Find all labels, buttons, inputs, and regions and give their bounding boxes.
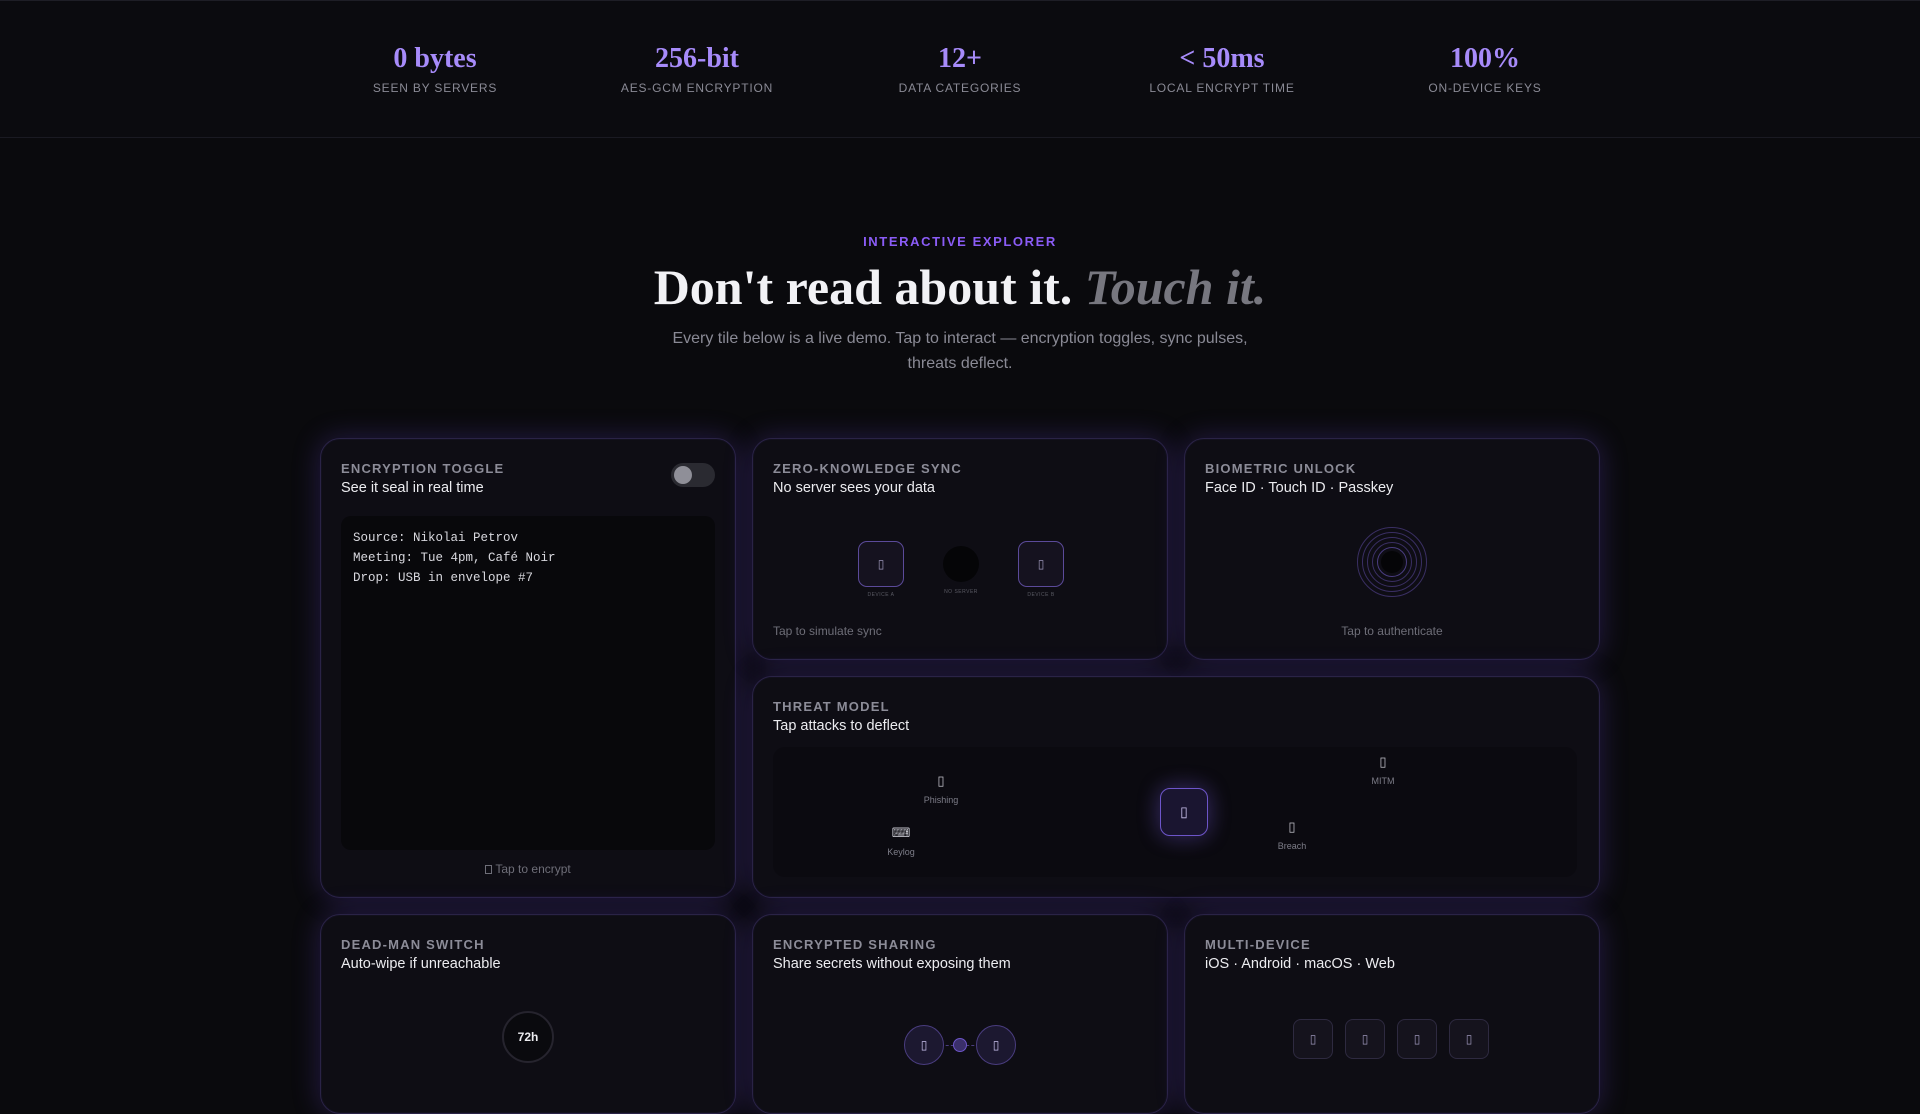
- threat-arena: ▯ ▯ Phishing ▯ MITM ⌨ Keylog ▯ Breach: [773, 747, 1577, 877]
- threat-label: Keylog: [887, 847, 915, 857]
- stat-seen-by-servers: 0 bytes SEEN BY SERVERS: [305, 41, 565, 95]
- stat-on-device-keys: 100% ON-DEVICE KEYS: [1355, 41, 1615, 95]
- card-title: iOS · Android · macOS · Web: [1205, 956, 1395, 972]
- fishing-hook-icon: ▯: [937, 773, 945, 788]
- threat-label: Phishing: [923, 795, 959, 805]
- stat-value: 12+: [938, 43, 982, 74]
- phone-icon: ▯: [1037, 557, 1045, 571]
- stat-label: AES-GCM ENCRYPTION: [620, 81, 774, 95]
- card-eyebrow: ENCRYPTED SHARING: [773, 937, 937, 952]
- incognito-icon: ▯: [1379, 754, 1387, 769]
- relay-label: NO SERVER: [944, 589, 978, 595]
- shield-icon[interactable]: ▯: [1160, 788, 1208, 836]
- keyboard-icon: ⌨: [891, 825, 911, 840]
- plaintext-preview: Source: Nikolai Petrov Meeting: Tue 4pm,…: [341, 516, 715, 850]
- page-subtitle: Every tile below is a live demo. Tap to …: [672, 330, 1248, 372]
- zero-knowledge-sync-card[interactable]: ZERO-KNOWLEDGE SYNC No server sees your …: [752, 438, 1168, 660]
- card-title: Face ID · Touch ID · Passkey: [1205, 480, 1394, 496]
- card-eyebrow: ENCRYPTION TOGGLE: [341, 461, 505, 476]
- countdown-timer[interactable]: 72h: [502, 1011, 554, 1063]
- fingerprint-icon[interactable]: [1357, 527, 1427, 597]
- threat-mitm[interactable]: ▯ MITM: [1353, 754, 1413, 786]
- laptop-icon: ▯: [1413, 1032, 1421, 1046]
- threat-phishing[interactable]: ▯ Phishing: [911, 773, 971, 805]
- multi-device-card[interactable]: MULTI-DEVICE iOS · Android · macOS · Web…: [1184, 914, 1600, 1114]
- plaintext-line: Drop: USB in envelope #7: [353, 571, 534, 585]
- biometric-unlock-card[interactable]: BIOMETRIC UNLOCK Face ID · Touch ID · Pa…: [1184, 438, 1600, 660]
- user-icon: ▯: [992, 1038, 1000, 1052]
- headline-accent: Touch it.: [1084, 259, 1267, 315]
- device-b-label: DEVICE B: [1027, 592, 1055, 598]
- phone-icon: ▯: [1309, 1032, 1317, 1046]
- stat-label: DATA CATEGORIES: [898, 81, 1022, 95]
- sender-node[interactable]: ▯: [904, 1025, 944, 1065]
- plaintext-line: Meeting: Tue 4pm, Café Noir: [353, 551, 556, 565]
- device-ios[interactable]: ▯: [1293, 1019, 1333, 1059]
- stat-value: 0 bytes: [393, 43, 477, 74]
- card-eyebrow: THREAT MODEL: [773, 699, 890, 714]
- threat-model-card: THREAT MODEL Tap attacks to deflect ▯ ▯ …: [752, 676, 1600, 898]
- device-web[interactable]: ▯: [1449, 1019, 1489, 1059]
- stat-label: ON-DEVICE KEYS: [1428, 81, 1542, 95]
- phone-icon: ▯: [877, 557, 885, 571]
- card-title: No server sees your data: [773, 480, 935, 496]
- card-eyebrow: DEAD-MAN SWITCH: [341, 937, 485, 952]
- shield-glyph: ▯: [1180, 803, 1188, 820]
- page-title: Don't read about it. Touch it.: [0, 256, 1920, 318]
- section-eyebrow: INTERACTIVE EXPLORER: [863, 234, 1057, 249]
- dead-man-switch-card[interactable]: DEAD-MAN SWITCH Auto-wipe if unreachable…: [320, 914, 736, 1114]
- threat-label: MITM: [1371, 776, 1395, 786]
- plaintext-line: Source: Nikolai Petrov: [353, 531, 519, 545]
- threat-keylog[interactable]: ⌨ Keylog: [871, 825, 931, 857]
- device-android[interactable]: ▯: [1345, 1019, 1385, 1059]
- encrypt-hint-label: Tap to encrypt: [495, 862, 571, 876]
- stat-label: SEEN BY SERVERS: [372, 81, 498, 95]
- encrypted-sharing-card[interactable]: ENCRYPTED SHARING Share secrets without …: [752, 914, 1168, 1114]
- card-eyebrow: BIOMETRIC UNLOCK: [1205, 461, 1357, 476]
- skull-icon: ▯: [1288, 819, 1296, 834]
- encryption-toggle-card[interactable]: ENCRYPTION TOGGLE See it seal in real ti…: [320, 438, 736, 898]
- stat-value: 100%: [1450, 43, 1520, 74]
- card-title: Share secrets without exposing them: [773, 956, 1011, 972]
- recipient-node[interactable]: ▯: [976, 1025, 1016, 1065]
- stat-value: < 50ms: [1179, 43, 1265, 74]
- encrypt-hint[interactable]: Tap to encrypt: [321, 862, 735, 876]
- relay-node: [943, 546, 979, 582]
- card-title: Tap attacks to deflect: [773, 718, 910, 734]
- card-title: Auto-wipe if unreachable: [341, 956, 501, 972]
- headline-plain: Don't read about it.: [653, 259, 1073, 315]
- stat-label: LOCAL ENCRYPT TIME: [1149, 81, 1295, 95]
- device-a[interactable]: ▯: [858, 541, 904, 587]
- device-macos[interactable]: ▯: [1397, 1019, 1437, 1059]
- lock-icon: [485, 865, 493, 874]
- authenticate-hint[interactable]: Tap to authenticate: [1185, 624, 1599, 638]
- stats-bar: 0 bytes SEEN BY SERVERS 256-bit AES-GCM …: [0, 0, 1920, 138]
- sync-hint[interactable]: Tap to simulate sync: [773, 624, 882, 638]
- card-eyebrow: MULTI-DEVICE: [1205, 937, 1311, 952]
- globe-icon: ▯: [1465, 1032, 1473, 1046]
- android-icon: ▯: [1361, 1032, 1369, 1046]
- threat-label: Breach: [1277, 841, 1307, 851]
- card-eyebrow: ZERO-KNOWLEDGE SYNC: [773, 461, 962, 476]
- toggle-knob: [674, 466, 692, 484]
- card-title: See it seal in real time: [341, 480, 484, 496]
- stat-data-categories: 12+ DATA CATEGORIES: [830, 41, 1090, 95]
- stat-encrypt-time: < 50ms LOCAL ENCRYPT TIME: [1092, 41, 1352, 95]
- stat-encryption: 256-bit AES-GCM ENCRYPTION: [567, 41, 827, 95]
- key-icon: [953, 1038, 967, 1052]
- threat-breach[interactable]: ▯ Breach: [1262, 819, 1322, 851]
- device-a-label: DEVICE A: [867, 592, 895, 598]
- encryption-toggle-switch[interactable]: [671, 463, 715, 487]
- user-icon: ▯: [920, 1038, 928, 1052]
- stat-value: 256-bit: [655, 43, 739, 74]
- device-b[interactable]: ▯: [1018, 541, 1064, 587]
